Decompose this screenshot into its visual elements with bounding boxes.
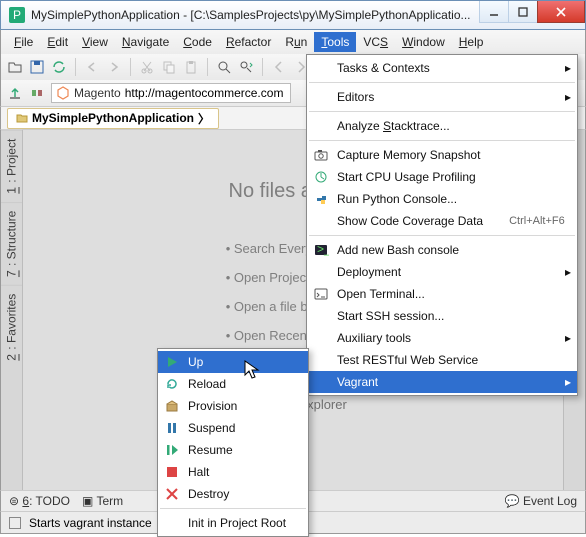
vagrant-up[interactable]: Up — [158, 351, 308, 373]
svg-text:>_: >_ — [317, 242, 329, 256]
pause-icon — [164, 420, 180, 436]
vagrant-reload[interactable]: Reload — [158, 373, 308, 395]
tools-rest[interactable]: Test RESTful Web Service — [307, 349, 577, 371]
titlebar: P MySimplePythonApplication - [C:\Sample… — [0, 0, 586, 30]
chevron-right-icon: 〉 — [198, 110, 210, 127]
reload-icon — [164, 376, 180, 392]
mouse-cursor-icon — [244, 360, 260, 380]
tools-editors[interactable]: Editors▸ — [307, 86, 577, 108]
tools-cpuprof[interactable]: Start CPU Usage Profiling — [307, 166, 577, 188]
menu-separator — [309, 140, 575, 141]
tools-coverage[interactable]: Show Code Coverage DataCtrl+Alt+F6 — [307, 210, 577, 232]
url-label: Magento — [74, 86, 121, 100]
stop-icon — [164, 464, 180, 480]
cut-icon[interactable] — [139, 59, 155, 75]
tools-stacktrace[interactable]: Analyze Stacktrace... — [307, 115, 577, 137]
save-icon[interactable] — [29, 59, 45, 75]
redo-icon[interactable] — [106, 59, 122, 75]
menu-view[interactable]: View — [75, 32, 115, 52]
menu-file[interactable]: File — [7, 32, 40, 52]
vagrant-init[interactable]: Init in Project Root — [158, 512, 308, 534]
menu-run[interactable]: Run — [278, 32, 314, 52]
tools-deployment[interactable]: Deployment▸ — [307, 261, 577, 283]
menu-help[interactable]: Help — [452, 32, 491, 52]
vagrant-submenu: Up Reload Provision Suspend Resume Halt … — [157, 348, 309, 537]
menu-code[interactable]: Code — [176, 32, 219, 52]
close-button[interactable] — [537, 1, 585, 23]
menu-window[interactable]: Window — [395, 32, 452, 52]
todo-tab[interactable]: ⊜ 6: TODO — [9, 494, 70, 508]
sidebar-left: 1: Project 7: Structure 2: Favorites — [1, 130, 23, 490]
resume-icon — [164, 442, 180, 458]
vagrant-provision[interactable]: Provision — [158, 395, 308, 417]
tools-aux[interactable]: Auxiliary tools▸ — [307, 327, 577, 349]
url-box[interactable]: Magento — [51, 83, 291, 103]
toolbar-separator — [207, 58, 208, 76]
breadcrumb-project[interactable]: MySimplePythonApplication 〉 — [7, 108, 219, 129]
status-text: Starts vagrant instance — [29, 516, 152, 530]
menu-separator — [309, 111, 575, 112]
vagrant-destroy[interactable]: Destroy — [158, 483, 308, 505]
svg-text:P: P — [13, 8, 21, 22]
menu-tools[interactable]: Tools — [314, 32, 356, 52]
toolbar-separator — [75, 58, 76, 76]
profiler-icon — [313, 169, 329, 185]
tools-memsnap[interactable]: Capture Memory Snapshot — [307, 144, 577, 166]
tools-bash[interactable]: >_Add new Bash console — [307, 239, 577, 261]
sync-icon[interactable] — [51, 59, 67, 75]
maximize-button[interactable] — [508, 1, 538, 23]
menu-separator — [309, 235, 575, 236]
menubar: File Edit View Navigate Code Refactor Ru… — [0, 30, 586, 54]
tools-pyconsole[interactable]: Run Python Console... — [307, 188, 577, 210]
window-title: MySimplePythonApplication - [C:\SamplesP… — [31, 8, 480, 22]
open-icon[interactable] — [7, 59, 23, 75]
menu-refactor[interactable]: Refactor — [219, 32, 278, 52]
terminal-icon: >_ — [313, 242, 329, 258]
tools-ssh[interactable]: Start SSH session... — [307, 305, 577, 327]
folder-icon — [16, 112, 28, 124]
box-icon — [164, 398, 180, 414]
eventlog-tab[interactable]: 💬 Event Log — [505, 494, 577, 508]
tools-vagrant[interactable]: Vagrant▸ — [307, 371, 577, 393]
vagrant-resume[interactable]: Resume — [158, 439, 308, 461]
copy-icon[interactable] — [161, 59, 177, 75]
vcs-icon[interactable] — [29, 85, 45, 101]
replace-icon[interactable] — [238, 59, 254, 75]
terminal-icon — [313, 286, 329, 302]
tools-tasks[interactable]: Tasks & Contexts▸ — [307, 57, 577, 79]
terminal-tab[interactable]: ▣ Term — [82, 494, 123, 508]
toolbar-separator — [130, 58, 131, 76]
python-icon — [313, 191, 329, 207]
app-icon: P — [9, 7, 25, 23]
menu-navigate[interactable]: Navigate — [115, 32, 176, 52]
url-input[interactable] — [125, 86, 286, 100]
toolbar-separator — [262, 58, 263, 76]
sidebar-tab-structure[interactable]: 7: Structure — [1, 202, 22, 285]
menu-separator — [160, 508, 306, 509]
undo-icon[interactable] — [84, 59, 100, 75]
menu-separator — [309, 82, 575, 83]
back-icon[interactable] — [271, 59, 287, 75]
menu-vcs[interactable]: VCS — [356, 32, 395, 52]
tools-terminal[interactable]: Open Terminal... — [307, 283, 577, 305]
play-icon — [164, 354, 180, 370]
magento-icon — [56, 86, 70, 100]
upload-icon[interactable] — [7, 85, 23, 101]
vagrant-suspend[interactable]: Suspend — [158, 417, 308, 439]
status-indicator-icon[interactable] — [9, 517, 21, 529]
destroy-icon — [164, 486, 180, 502]
minimize-button[interactable] — [479, 1, 509, 23]
menu-edit[interactable]: Edit — [40, 32, 75, 52]
sidebar-tab-favorites[interactable]: 2: Favorites — [1, 285, 22, 369]
sidebar-tab-project[interactable]: 1: Project — [1, 130, 22, 202]
camera-icon — [313, 147, 329, 163]
tools-menu: Tasks & Contexts▸ Editors▸ Analyze Stack… — [306, 54, 578, 396]
vagrant-halt[interactable]: Halt — [158, 461, 308, 483]
search-icon[interactable] — [216, 59, 232, 75]
paste-icon[interactable] — [183, 59, 199, 75]
